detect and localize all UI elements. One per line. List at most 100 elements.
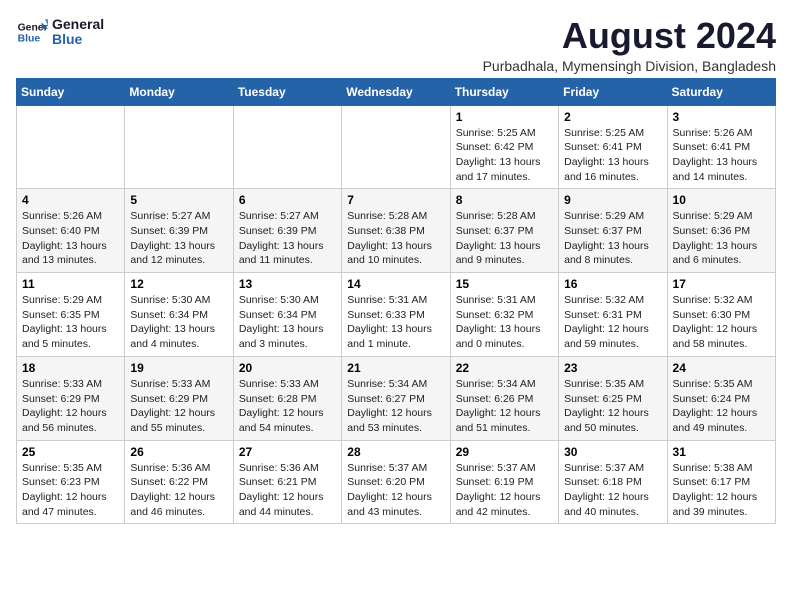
day-info: Sunrise: 5:34 AM Sunset: 6:26 PM Dayligh… (456, 377, 553, 436)
calendar-cell (342, 105, 450, 189)
day-number: 18 (22, 361, 119, 375)
day-info: Sunrise: 5:35 AM Sunset: 6:23 PM Dayligh… (22, 461, 119, 520)
weekday-header-friday: Friday (559, 78, 667, 105)
day-info: Sunrise: 5:34 AM Sunset: 6:27 PM Dayligh… (347, 377, 444, 436)
week-row-4: 18 Sunrise: 5:33 AM Sunset: 6:29 PM Dayli… (17, 356, 776, 440)
calendar-cell: 2 Sunrise: 5:25 AM Sunset: 6:41 PM Daylig… (559, 105, 667, 189)
day-number: 16 (564, 277, 661, 291)
page-header: General Blue General Blue August 2024 Pu… (16, 16, 776, 74)
calendar-cell: 11Sunrise: 5:29 AM Sunset: 6:35 PM Dayli… (17, 273, 125, 357)
weekday-header-saturday: Saturday (667, 78, 775, 105)
calendar-cell: 10 Sunrise: 5:29 AM Sunset: 6:36 PM Dayli… (667, 189, 775, 273)
weekday-header-tuesday: Tuesday (233, 78, 341, 105)
day-info: Sunrise: 5:26 AM Sunset: 6:41 PM Dayligh… (673, 126, 770, 185)
day-number: 20 (239, 361, 336, 375)
calendar-cell: 14 Sunrise: 5:31 AM Sunset: 6:33 PM Dayli… (342, 273, 450, 357)
calendar-cell: 22 Sunrise: 5:34 AM Sunset: 6:26 PM Dayli… (450, 356, 558, 440)
day-info: Sunrise: 5:27 AM Sunset: 6:39 PM Dayligh… (130, 209, 227, 268)
day-number: 4 (22, 193, 119, 207)
day-number: 5 (130, 193, 227, 207)
day-number: 17 (673, 277, 770, 291)
day-number: 10 (673, 193, 770, 207)
day-number: 14 (347, 277, 444, 291)
calendar-cell: 8Sunrise: 5:28 AM Sunset: 6:37 PM Daylig… (450, 189, 558, 273)
day-number: 30 (564, 445, 661, 459)
calendar-cell: 27Sunrise: 5:36 AM Sunset: 6:21 PM Dayli… (233, 440, 341, 524)
weekday-header-thursday: Thursday (450, 78, 558, 105)
calendar-cell: 21 Sunrise: 5:34 AM Sunset: 6:27 PM Dayli… (342, 356, 450, 440)
day-number: 7 (347, 193, 444, 207)
day-number: 24 (673, 361, 770, 375)
day-number: 25 (22, 445, 119, 459)
day-number: 13 (239, 277, 336, 291)
calendar-cell: 19 Sunrise: 5:33 AM Sunset: 6:29 PM Dayli… (125, 356, 233, 440)
day-info: Sunrise: 5:33 AM Sunset: 6:29 PM Dayligh… (130, 377, 227, 436)
calendar-cell: 23 Sunrise: 5:35 AM Sunset: 6:25 PM Dayli… (559, 356, 667, 440)
day-info: Sunrise: 5:31 AM Sunset: 6:32 PM Dayligh… (456, 293, 553, 352)
calendar-cell: 13 Sunrise: 5:30 AM Sunset: 6:34 PM Dayli… (233, 273, 341, 357)
calendar-cell: 31 Sunrise: 5:38 AM Sunset: 6:17 PM Dayli… (667, 440, 775, 524)
calendar-cell: 18 Sunrise: 5:33 AM Sunset: 6:29 PM Dayli… (17, 356, 125, 440)
calendar-cell: 7 Sunrise: 5:28 AM Sunset: 6:38 PM Daylig… (342, 189, 450, 273)
day-number: 29 (456, 445, 553, 459)
calendar-cell: 12 Sunrise: 5:30 AM Sunset: 6:34 PM Dayli… (125, 273, 233, 357)
calendar-cell (17, 105, 125, 189)
logo-line1: General (52, 17, 104, 32)
day-info: Sunrise: 5:28 AM Sunset: 6:37 PM Dayligh… (456, 209, 553, 268)
day-info: Sunrise: 5:29 AM Sunset: 6:37 PM Dayligh… (564, 209, 661, 268)
calendar-cell: 17Sunrise: 5:32 AM Sunset: 6:30 PM Dayli… (667, 273, 775, 357)
logo: General Blue General Blue (16, 16, 104, 48)
calendar-cell: 28 Sunrise: 5:37 AM Sunset: 6:20 PM Dayli… (342, 440, 450, 524)
calendar-cell: 5 Sunrise: 5:27 AM Sunset: 6:39 PM Daylig… (125, 189, 233, 273)
day-number: 26 (130, 445, 227, 459)
day-info: Sunrise: 5:33 AM Sunset: 6:29 PM Dayligh… (22, 377, 119, 436)
day-info: Sunrise: 5:30 AM Sunset: 6:34 PM Dayligh… (130, 293, 227, 352)
day-number: 15 (456, 277, 553, 291)
day-number: 19 (130, 361, 227, 375)
day-number: 6 (239, 193, 336, 207)
week-row-3: 11Sunrise: 5:29 AM Sunset: 6:35 PM Dayli… (17, 273, 776, 357)
calendar-cell: 16 Sunrise: 5:32 AM Sunset: 6:31 PM Dayli… (559, 273, 667, 357)
day-number: 3 (673, 110, 770, 124)
logo-line2: Blue (52, 32, 104, 47)
day-number: 23 (564, 361, 661, 375)
day-number: 21 (347, 361, 444, 375)
day-info: Sunrise: 5:27 AM Sunset: 6:39 PM Dayligh… (239, 209, 336, 268)
day-number: 12 (130, 277, 227, 291)
title-area: August 2024 Purbadhala, Mymensingh Divis… (483, 16, 776, 74)
day-number: 22 (456, 361, 553, 375)
day-number: 31 (673, 445, 770, 459)
week-row-5: 25 Sunrise: 5:35 AM Sunset: 6:23 PM Dayli… (17, 440, 776, 524)
week-row-2: 4 Sunrise: 5:26 AM Sunset: 6:40 PM Daylig… (17, 189, 776, 273)
calendar-cell: 1Sunrise: 5:25 AM Sunset: 6:42 PM Daylig… (450, 105, 558, 189)
calendar-cell: 30 Sunrise: 5:37 AM Sunset: 6:18 PM Dayli… (559, 440, 667, 524)
calendar-cell: 20Sunrise: 5:33 AM Sunset: 6:28 PM Dayli… (233, 356, 341, 440)
day-info: Sunrise: 5:35 AM Sunset: 6:24 PM Dayligh… (673, 377, 770, 436)
subtitle: Purbadhala, Mymensingh Division, Banglad… (483, 58, 776, 74)
day-info: Sunrise: 5:32 AM Sunset: 6:31 PM Dayligh… (564, 293, 661, 352)
day-number: 1 (456, 110, 553, 124)
day-info: Sunrise: 5:31 AM Sunset: 6:33 PM Dayligh… (347, 293, 444, 352)
day-number: 11 (22, 277, 119, 291)
day-info: Sunrise: 5:28 AM Sunset: 6:38 PM Dayligh… (347, 209, 444, 268)
day-info: Sunrise: 5:35 AM Sunset: 6:25 PM Dayligh… (564, 377, 661, 436)
day-info: Sunrise: 5:37 AM Sunset: 6:18 PM Dayligh… (564, 461, 661, 520)
calendar: SundayMondayTuesdayWednesdayThursdayFrid… (16, 78, 776, 525)
day-info: Sunrise: 5:36 AM Sunset: 6:21 PM Dayligh… (239, 461, 336, 520)
calendar-cell: 25 Sunrise: 5:35 AM Sunset: 6:23 PM Dayli… (17, 440, 125, 524)
svg-text:Blue: Blue (18, 34, 41, 45)
day-info: Sunrise: 5:25 AM Sunset: 6:41 PM Dayligh… (564, 126, 661, 185)
weekday-header-wednesday: Wednesday (342, 78, 450, 105)
main-title: August 2024 (483, 16, 776, 56)
weekday-header-sunday: Sunday (17, 78, 125, 105)
calendar-cell (125, 105, 233, 189)
day-number: 28 (347, 445, 444, 459)
day-info: Sunrise: 5:38 AM Sunset: 6:17 PM Dayligh… (673, 461, 770, 520)
day-number: 2 (564, 110, 661, 124)
weekday-header-monday: Monday (125, 78, 233, 105)
day-info: Sunrise: 5:30 AM Sunset: 6:34 PM Dayligh… (239, 293, 336, 352)
day-info: Sunrise: 5:29 AM Sunset: 6:36 PM Dayligh… (673, 209, 770, 268)
day-info: Sunrise: 5:37 AM Sunset: 6:20 PM Dayligh… (347, 461, 444, 520)
day-number: 9 (564, 193, 661, 207)
day-info: Sunrise: 5:26 AM Sunset: 6:40 PM Dayligh… (22, 209, 119, 268)
